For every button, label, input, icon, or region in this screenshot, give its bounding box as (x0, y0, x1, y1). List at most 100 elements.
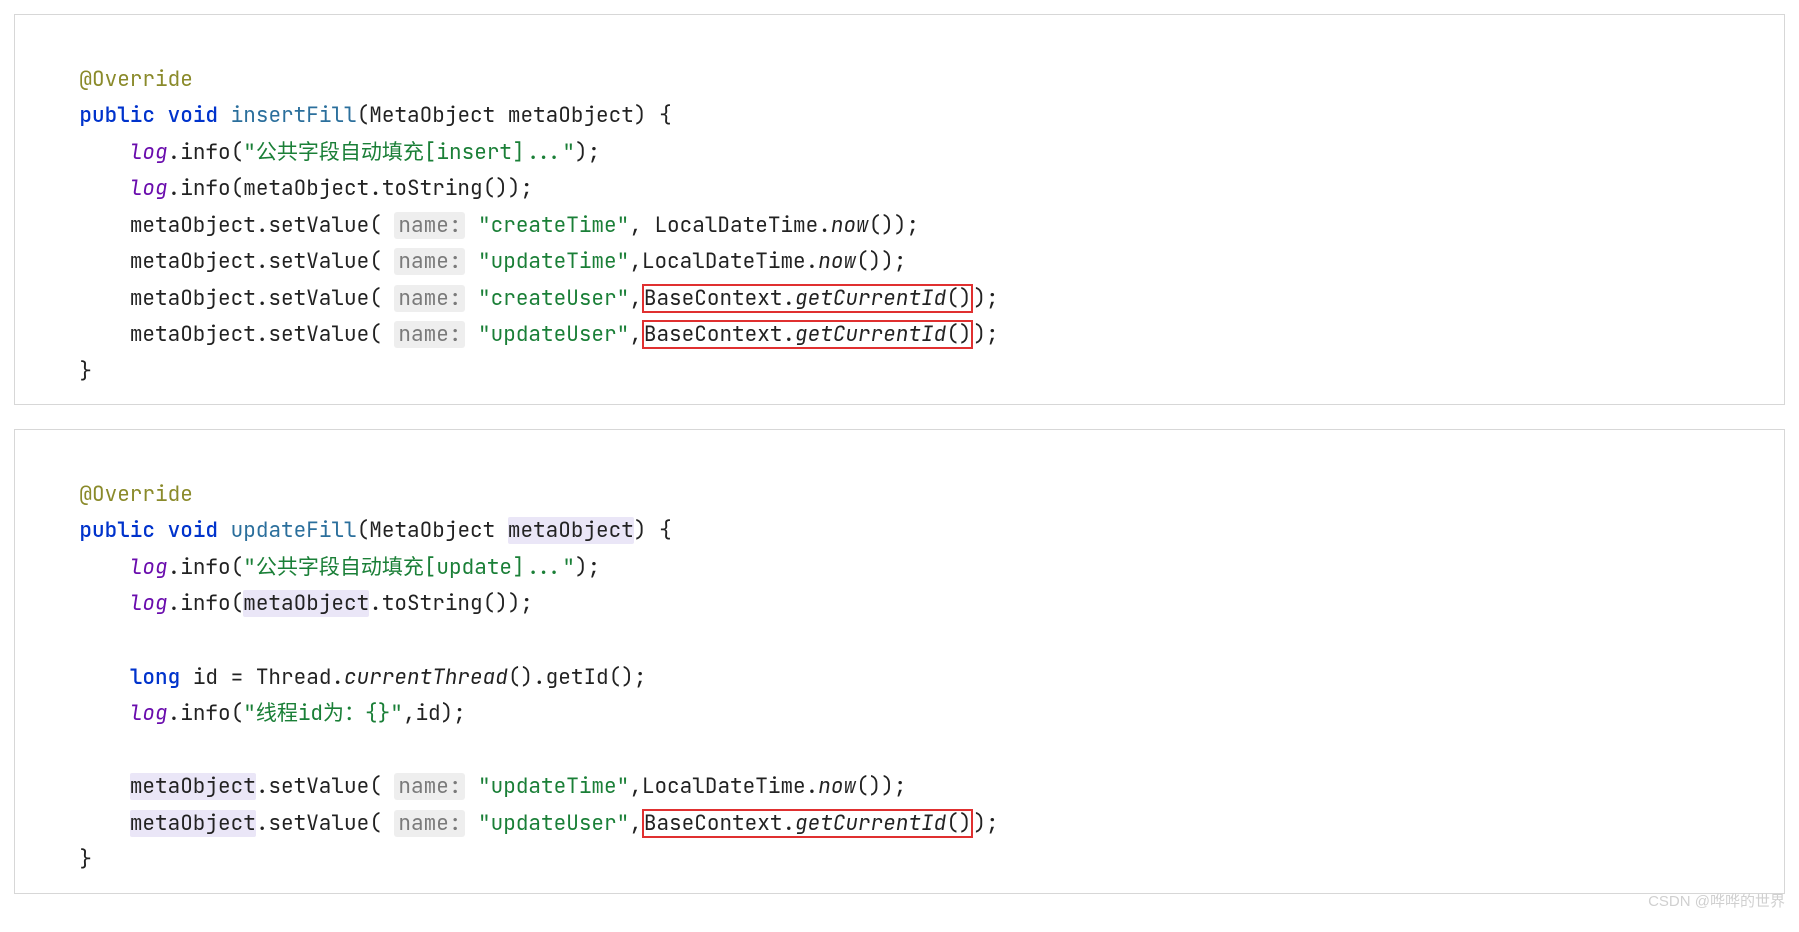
param-name-highlight: metaObject (508, 517, 634, 544)
parens: () (946, 285, 971, 312)
indent (29, 664, 130, 691)
param-type: MetaObject (369, 517, 495, 544)
string-updateuser: "updateUser" (478, 321, 629, 348)
log-field: log (130, 590, 168, 617)
set-value: .setValue( (256, 285, 382, 312)
localdatetime: LocalDateTime. (642, 248, 818, 275)
brace-open: { (646, 517, 671, 544)
log-field: log (130, 700, 168, 727)
localdatetime: LocalDateTime. (642, 773, 818, 800)
keyword-long: long (130, 664, 180, 691)
getcurrentid: getCurrentId (795, 321, 946, 348)
indent (29, 321, 130, 348)
param-hint-name: name: (394, 285, 465, 312)
set-value: .setValue( (256, 212, 382, 239)
brace-open: { (646, 102, 671, 129)
keyword-void: void (168, 102, 218, 129)
method-name: insertFill (231, 102, 357, 129)
param-hint-name: name: (394, 248, 465, 275)
comma: , (629, 773, 642, 800)
keyword-public: public (79, 102, 155, 129)
close: ); (973, 810, 998, 837)
log-field: log (130, 175, 168, 202)
metaobject: metaObject (130, 248, 256, 275)
string-createtime: "createTime" (478, 212, 629, 239)
to-string: .toString()); (369, 175, 533, 202)
keyword-public: public (79, 517, 155, 544)
indent (29, 175, 130, 202)
metaobject: metaObject (130, 285, 256, 312)
getcurrentid: getCurrentId (795, 285, 946, 312)
getid-tail: ().getId(); (508, 664, 647, 691)
getcurrentid: getCurrentId (795, 810, 946, 837)
param-hint-name: name: (394, 321, 465, 348)
param-hint-name: name: (394, 810, 465, 837)
brace-close: } (79, 846, 92, 873)
basecontext: BaseContext. (644, 810, 795, 837)
dot-info: .info( (168, 554, 244, 581)
indent (29, 700, 130, 727)
close: ); (973, 285, 998, 312)
annotation-override: @Override (79, 66, 192, 93)
dot-info: .info( (168, 590, 244, 617)
parens: () (946, 321, 971, 348)
set-value: .setValue( (256, 773, 382, 800)
tail: ()); (869, 212, 919, 239)
comma: , (629, 321, 642, 348)
indent (29, 810, 130, 837)
param-hint-name: name: (394, 773, 465, 800)
indent (29, 358, 79, 385)
param-name: metaObject (508, 102, 634, 129)
indent (29, 517, 79, 544)
metaobject-highlight: metaObject (243, 590, 369, 617)
param-hint-name: name: (394, 212, 465, 239)
set-value: .setValue( (256, 810, 382, 837)
dot-info: .info( (168, 175, 244, 202)
comma: , (629, 285, 642, 312)
comma: , (629, 212, 654, 239)
indent (29, 773, 130, 800)
tail: ()); (856, 773, 906, 800)
now-call: now (818, 773, 856, 800)
indent (29, 66, 79, 93)
id-arg: ,id); (403, 700, 466, 727)
indent (29, 248, 130, 275)
string-literal: "公共字段自动填充[insert]..." (243, 139, 575, 166)
dot-info: .info( (168, 139, 244, 166)
indent (29, 846, 79, 873)
log-field: log (130, 554, 168, 581)
indent (29, 481, 79, 508)
string-thread: "线程id为：{}" (243, 700, 403, 727)
code-block-insertfill: @Override public void insertFill(MetaObj… (14, 14, 1785, 405)
indent (29, 102, 79, 129)
set-value: .setValue( (256, 248, 382, 275)
parens: () (946, 810, 971, 837)
now-call: now (818, 248, 856, 275)
string-literal: "公共字段自动填充[update]..." (243, 554, 575, 581)
metaobject-highlight: metaObject (130, 810, 256, 837)
currentthread: currentThread (344, 664, 508, 691)
set-value: .setValue( (256, 321, 382, 348)
param-type: MetaObject (369, 102, 495, 129)
to-string: .toString()); (369, 590, 533, 617)
basecontext: BaseContext. (644, 321, 795, 348)
indent (29, 554, 130, 581)
indent (29, 285, 130, 312)
method-name: updateFill (231, 517, 357, 544)
keyword-void: void (168, 517, 218, 544)
close: ); (973, 321, 998, 348)
metaobject: metaObject (130, 212, 256, 239)
indent (29, 590, 130, 617)
highlighted-basecontext-2: BaseContext.getCurrentId() (642, 320, 974, 349)
id-decl: id = Thread. (180, 664, 344, 691)
basecontext: BaseContext. (644, 285, 795, 312)
indent (29, 212, 130, 239)
comma: , (629, 248, 642, 275)
log-field: log (130, 139, 168, 166)
highlighted-basecontext-1: BaseContext.getCurrentId() (642, 284, 974, 313)
arg-metaobject: metaObject (243, 175, 369, 202)
close: ); (575, 139, 600, 166)
highlighted-basecontext-3: BaseContext.getCurrentId() (642, 809, 974, 838)
indent (29, 139, 130, 166)
comma: , (629, 810, 642, 837)
